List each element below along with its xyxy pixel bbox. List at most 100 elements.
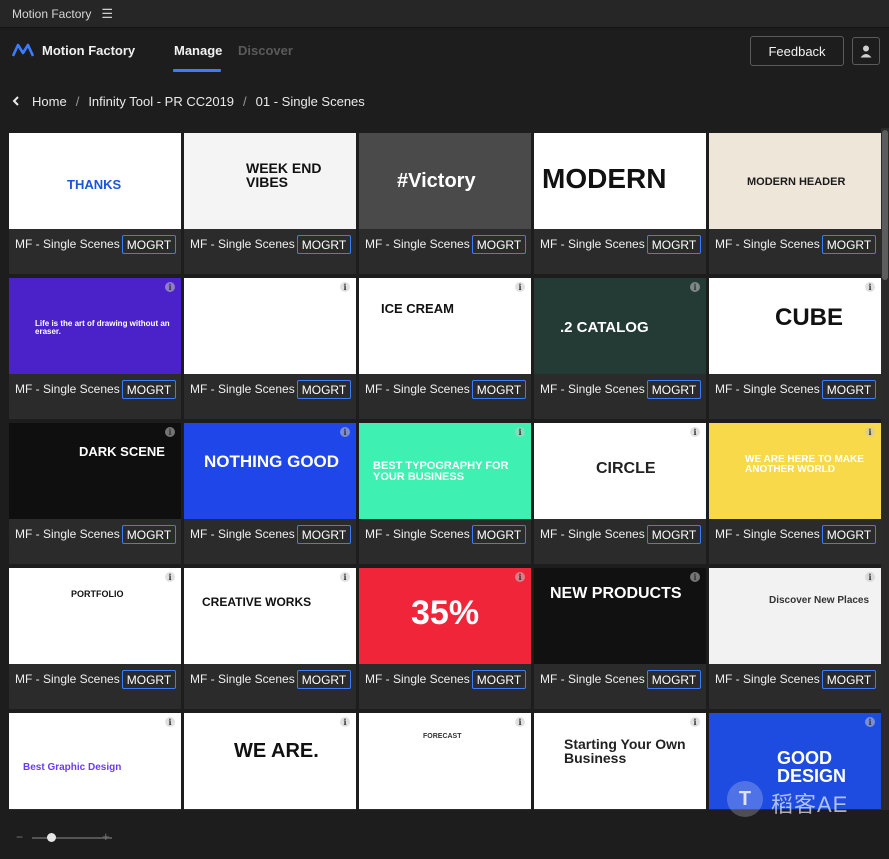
info-icon[interactable]: i	[165, 717, 175, 727]
hamburger-icon[interactable]: ☰	[101, 6, 113, 22]
info-icon[interactable]: i	[515, 572, 525, 582]
info-icon[interactable]: i	[515, 717, 525, 727]
tab-manage[interactable]: Manage	[174, 43, 222, 58]
info-icon[interactable]: i	[340, 427, 350, 437]
template-title: MF - Single Scenes	[365, 382, 470, 396]
template-thumbnail[interactable]: DARK SCENE i	[9, 423, 181, 519]
template-card[interactable]: CREATIVE WORKS i MF - Single Scenes MOGRT	[184, 568, 356, 709]
template-thumbnail[interactable]: Life is the art of drawing without an er…	[9, 278, 181, 374]
info-icon[interactable]: i	[690, 717, 700, 727]
template-card[interactable]: Discover New Places i MF - Single Scenes MO…	[709, 568, 881, 709]
template-card[interactable]: BELIEVE i MF - Single Scenes MOGRT	[184, 278, 356, 419]
template-thumbnail[interactable]: ICE CREAM i	[359, 278, 531, 374]
template-card[interactable]: NEW PRODUCTS i MF - Single Scenes MOGRT	[534, 568, 706, 709]
template-thumbnail[interactable]: 35% i	[359, 568, 531, 664]
template-title: MF - Single Scenes	[190, 382, 295, 396]
template-thumbnail[interactable]: BEST TYPOGRAPHY FOR YOUR BUSINESS i	[359, 423, 531, 519]
template-card[interactable]: DARK SCENE i MF - Single Scenes MOGRT	[9, 423, 181, 564]
template-card[interactable]: 35% i MF - Single Scenes MOGRT	[359, 568, 531, 709]
breadcrumb-home[interactable]: Home	[32, 94, 67, 109]
mogrt-badge: MOGRT	[822, 235, 876, 254]
template-thumbnail[interactable]: BELIEVE i	[184, 278, 356, 374]
template-card[interactable]: FORECAST i	[359, 713, 531, 810]
mogrt-badge: MOGRT	[297, 235, 351, 254]
info-icon[interactable]: i	[690, 427, 700, 437]
info-icon[interactable]: i	[515, 282, 525, 292]
scrollbar-thumb[interactable]	[882, 130, 888, 280]
template-card[interactable]: Life is the art of drawing without an er…	[9, 278, 181, 419]
back-chevron-icon[interactable]	[12, 96, 22, 106]
template-thumbnail[interactable]: FORECAST i	[359, 713, 531, 809]
template-thumbnail[interactable]: .2 CATALOG i	[534, 278, 706, 374]
info-icon[interactable]: i	[165, 572, 175, 582]
template-thumbnail[interactable]: #Victory	[359, 133, 531, 229]
thumbnail-text: CIRCLE	[596, 460, 656, 477]
zoom-out-icon[interactable]: −	[16, 830, 23, 844]
template-grid: THANKS MF - Single Scenes MOGRT WEEK END VI…	[0, 128, 881, 810]
template-thumbnail[interactable]: CUBE i	[709, 278, 881, 374]
template-thumbnail[interactable]: NOTHING GOOD i	[184, 423, 356, 519]
template-card[interactable]: #Victory MF - Single Scenes MOGRT	[359, 133, 531, 274]
template-card[interactable]: MODERN HEADER MF - Single Scenes MOGRT	[709, 133, 881, 274]
template-title: MF - Single Scenes	[715, 672, 820, 686]
template-card[interactable]: MODERN MF - Single Scenes MOGRT	[534, 133, 706, 274]
template-card[interactable]: CUBE i MF - Single Scenes MOGRT	[709, 278, 881, 419]
template-card[interactable]: WEEK END VIBES MF - Single Scenes MOGRT	[184, 133, 356, 274]
breadcrumb-current-folder: 01 - Single Scenes	[255, 93, 365, 109]
template-card[interactable]: BEST TYPOGRAPHY FOR YOUR BUSINESS i MF - S…	[359, 423, 531, 564]
info-icon[interactable]: i	[165, 282, 175, 292]
mogrt-badge: MOGRT	[647, 235, 701, 254]
mogrt-badge: MOGRT	[472, 670, 526, 689]
info-icon[interactable]: i	[340, 282, 350, 292]
zoom-handle[interactable]	[47, 833, 56, 842]
template-thumbnail[interactable]: WEEK END VIBES	[184, 133, 356, 229]
mogrt-badge: MOGRT	[647, 380, 701, 399]
feedback-button[interactable]: Feedback	[750, 36, 844, 66]
thumbnail-text: PORTFOLIO	[71, 589, 124, 599]
template-thumbnail[interactable]: MODERN	[534, 133, 706, 229]
template-card[interactable]: .2 CATALOG i MF - Single Scenes MOGRT	[534, 278, 706, 419]
template-card[interactable]: Best Graphic Design i	[9, 713, 181, 810]
info-icon[interactable]: i	[865, 717, 875, 727]
template-thumbnail[interactable]: WE ARE HERE TO MAKE ANOTHER WORLD i	[709, 423, 881, 519]
user-avatar-button[interactable]	[852, 37, 880, 65]
template-card[interactable]: WE ARE HERE TO MAKE ANOTHER WORLD i MF - S…	[709, 423, 881, 564]
template-thumbnail[interactable]: THANKS	[9, 133, 181, 229]
info-icon[interactable]: i	[865, 427, 875, 437]
info-icon[interactable]: i	[340, 572, 350, 582]
zoom-slider[interactable]: − +	[16, 829, 116, 844]
thumbnail-text: NOTHING GOOD	[204, 452, 340, 471]
info-icon[interactable]: i	[340, 717, 350, 727]
info-icon[interactable]: i	[515, 427, 525, 437]
template-card[interactable]: THANKS MF - Single Scenes MOGRT	[9, 133, 181, 274]
zoom-track[interactable]	[32, 837, 112, 839]
mogrt-badge: MOGRT	[822, 670, 876, 689]
template-thumbnail[interactable]: CIRCLE i	[534, 423, 706, 519]
template-card[interactable]: NOTHING GOOD i MF - Single Scenes MOGRT	[184, 423, 356, 564]
template-thumbnail[interactable]: Best Graphic Design i	[9, 713, 181, 809]
grid-scrollbar[interactable]	[881, 128, 889, 810]
template-thumbnail[interactable]: WE ARE. i	[184, 713, 356, 809]
template-card[interactable]: WE ARE. i	[184, 713, 356, 810]
info-icon[interactable]: i	[690, 282, 700, 292]
info-icon[interactable]: i	[865, 282, 875, 292]
template-thumbnail[interactable]: Starting Your Own Business i	[534, 713, 706, 809]
info-icon[interactable]: i	[165, 427, 175, 437]
tab-discover[interactable]: Discover	[238, 43, 293, 58]
mogrt-badge: MOGRT	[822, 380, 876, 399]
mogrt-badge: MOGRT	[647, 525, 701, 544]
template-card[interactable]: CIRCLE i MF - Single Scenes MOGRT	[534, 423, 706, 564]
template-thumbnail[interactable]: NEW PRODUCTS i	[534, 568, 706, 664]
template-card[interactable]: PORTFOLIO i MF - Single Scenes MOGRT	[9, 568, 181, 709]
zoom-in-icon[interactable]: +	[102, 829, 110, 844]
info-icon[interactable]: i	[865, 572, 875, 582]
template-thumbnail[interactable]: Discover New Places i	[709, 568, 881, 664]
template-card[interactable]: ICE CREAM i MF - Single Scenes MOGRT	[359, 278, 531, 419]
template-thumbnail[interactable]: CREATIVE WORKS i	[184, 568, 356, 664]
breadcrumb-infinity-tool[interactable]: Infinity Tool - PR CC2019	[88, 94, 234, 109]
info-icon[interactable]: i	[690, 572, 700, 582]
template-card[interactable]: Starting Your Own Business i	[534, 713, 706, 810]
template-thumbnail[interactable]: MODERN HEADER	[709, 133, 881, 229]
template-title: MF - Single Scenes	[540, 527, 645, 541]
template-thumbnail[interactable]: PORTFOLIO i	[9, 568, 181, 664]
